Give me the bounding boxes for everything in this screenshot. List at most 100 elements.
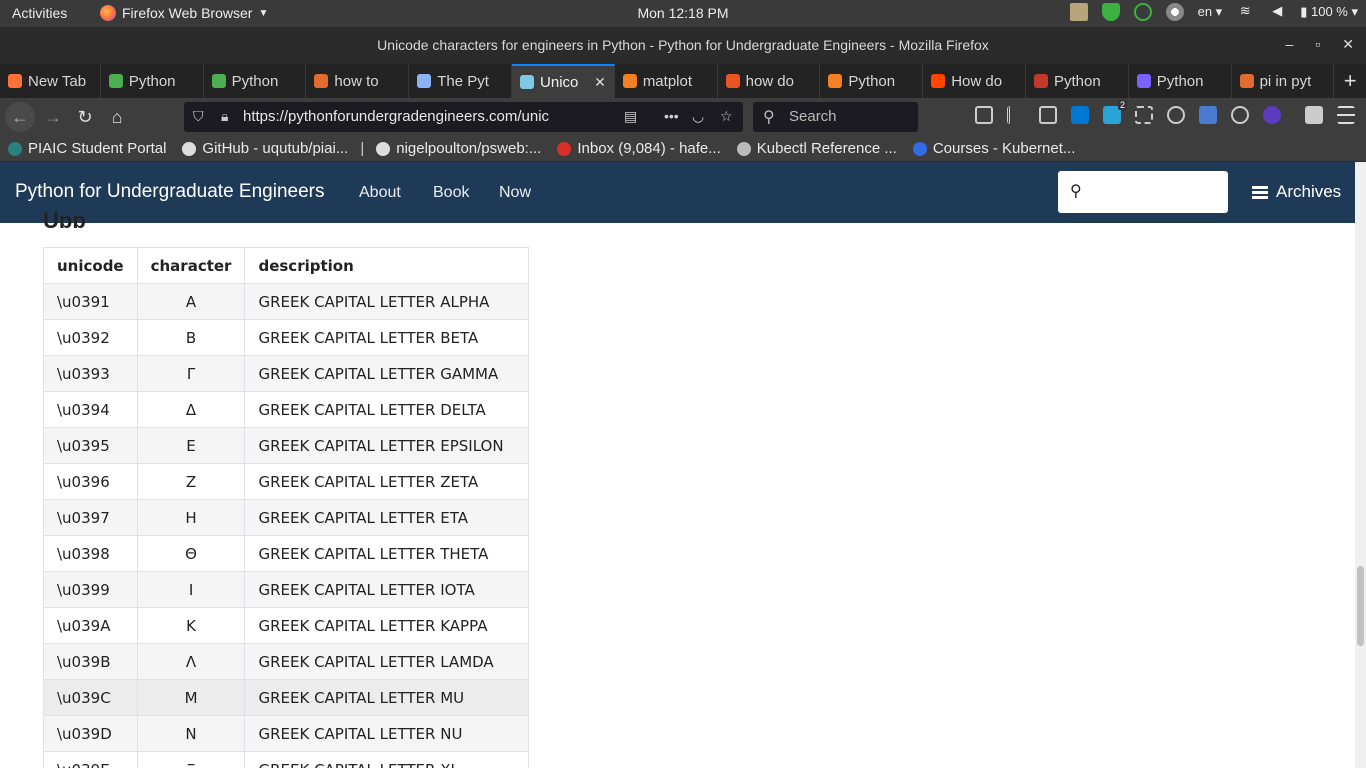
- browser-tab[interactable]: matplot: [615, 64, 718, 98]
- language-indicator[interactable]: en ▾: [1198, 4, 1223, 20]
- nav-link-book[interactable]: Book: [433, 184, 469, 202]
- new-tab-button[interactable]: +: [1334, 64, 1366, 98]
- forward-button[interactable]: →: [40, 104, 66, 130]
- downloads-icon[interactable]: [975, 106, 993, 124]
- app-menu[interactable]: Firefox Web Browser ▼: [100, 5, 268, 21]
- tab-label: Python: [231, 72, 279, 90]
- cell-unicode: \u039A: [43, 607, 138, 644]
- maximize-button[interactable]: ▫: [1315, 36, 1320, 53]
- url-text[interactable]: https://pythonforundergradengineers.com/…: [243, 108, 616, 125]
- site-brand-link[interactable]: Python for Undergraduate Engineers: [15, 181, 324, 203]
- cell-character: Ζ: [136, 463, 246, 500]
- tab-favicon-icon: [520, 75, 535, 89]
- bookmark-item[interactable]: Inbox (9,084) - hafe...: [549, 140, 728, 157]
- tab-favicon-icon: [211, 74, 226, 88]
- search-icon: ⚲: [1070, 183, 1082, 200]
- minimize-button[interactable]: –: [1286, 36, 1294, 53]
- bookmark-star-icon[interactable]: ☆: [720, 108, 733, 125]
- bookmarks-toolbar: PIAIC Student Portal GitHub - uqutub/piai…: [0, 136, 1366, 162]
- bookmark-item[interactable]: PIAIC Student Portal: [0, 140, 174, 157]
- bookmark-item[interactable]: nigelpoulton/psweb:...: [368, 140, 549, 157]
- page-actions-icon[interactable]: •••: [664, 108, 679, 124]
- clock[interactable]: Mon 12:18 PM: [637, 5, 728, 21]
- browser-tab[interactable]: How do: [923, 64, 1026, 98]
- site-search-input[interactable]: ⚲: [1058, 171, 1228, 213]
- cell-description: GREEK CAPITAL LETTER THETA: [244, 535, 530, 572]
- tab-favicon-icon: [314, 74, 329, 88]
- scrollbar-thumb[interactable]: [1357, 566, 1364, 646]
- wifi-icon[interactable]: ≋: [1236, 3, 1254, 21]
- browser-tab[interactable]: New Tab: [0, 64, 101, 98]
- dark-mode-icon[interactable]: [1263, 106, 1281, 124]
- bookmark-item[interactable]: GitHub - uqutub/piai...: [174, 140, 356, 157]
- battery-indicator[interactable]: ▮ 100 % ▾: [1300, 4, 1358, 20]
- browser-tab[interactable]: pi in pyt: [1232, 64, 1335, 98]
- column-header-unicode: unicode: [43, 247, 138, 284]
- activities-button[interactable]: Activities: [12, 5, 67, 21]
- reload-button[interactable]: ↻: [72, 104, 98, 130]
- lock-icon[interactable]: 🔒︎: [221, 108, 228, 125]
- shield-icon[interactable]: [1101, 3, 1120, 21]
- browser-tab[interactable]: Python: [101, 64, 204, 98]
- page-scrollbar[interactable]: [1355, 162, 1366, 768]
- browser-tab[interactable]: Unico ✕: [512, 64, 615, 98]
- tab-favicon-icon: [1034, 74, 1048, 88]
- table-row: \u039C Μ GREEK CAPITAL LETTER MU: [43, 679, 530, 716]
- tab-label: New Tab: [28, 72, 87, 90]
- url-bar[interactable]: ⛉ 🔒︎ https://pythonforundergradengineers…: [184, 102, 743, 132]
- tracking-shield-icon[interactable]: ⛉: [193, 108, 204, 125]
- hamburger-menu-icon[interactable]: [1337, 106, 1355, 124]
- tab-label: The Pyt: [437, 72, 489, 90]
- back-button[interactable]: ←: [5, 102, 35, 132]
- tab-favicon-icon: [108, 74, 123, 88]
- skype-extension-icon[interactable]: [1071, 106, 1089, 124]
- globe-icon[interactable]: [1231, 106, 1249, 124]
- archives-link[interactable]: Archives: [1252, 182, 1341, 202]
- table-row: \u0396 Ζ GREEK CAPITAL LETTER ZETA: [43, 463, 530, 500]
- bookmark-favicon-icon: [736, 141, 751, 156]
- bookmark-item[interactable]: Kubectl Reference ...: [729, 140, 905, 157]
- browser-tab[interactable]: how to: [306, 64, 410, 98]
- system-tray: en ▾ ≋ ◀ ▮ 100 % ▾: [1069, 3, 1358, 21]
- table-row: \u0398 Θ GREEK CAPITAL LETTER THETA: [43, 535, 530, 572]
- cell-unicode: \u0395: [43, 427, 138, 464]
- pocket-icon[interactable]: ◡: [692, 108, 704, 125]
- cell-character: Η: [136, 499, 246, 536]
- cell-character: Κ: [136, 607, 246, 644]
- account-icon[interactable]: [1167, 106, 1185, 124]
- slack-icon[interactable]: [1165, 3, 1184, 21]
- close-tab-icon[interactable]: ✕: [594, 74, 606, 91]
- browser-tab[interactable]: Python: [820, 64, 924, 98]
- chat-icon[interactable]: [1133, 3, 1152, 21]
- sidebar-icon[interactable]: [1039, 106, 1057, 124]
- nav-link-about[interactable]: About: [359, 184, 401, 202]
- bookmark-item[interactable]: Courses - Kubernet...: [905, 140, 1084, 157]
- translate-icon[interactable]: [1199, 106, 1217, 124]
- clipboard-icon[interactable]: [1069, 3, 1088, 21]
- grid-extension-icon[interactable]: [1135, 106, 1153, 124]
- tab-favicon-icon: [931, 74, 946, 88]
- cell-description: GREEK CAPITAL LETTER DELTA: [244, 391, 530, 428]
- extensions-puzzle-icon[interactable]: [1305, 106, 1323, 124]
- close-window-button[interactable]: ✕: [1342, 36, 1354, 53]
- list-icon: [1252, 185, 1268, 199]
- browser-tab[interactable]: how do: [718, 64, 821, 98]
- search-bar[interactable]: ⚲ Search: [753, 102, 918, 132]
- bookmark-label: GitHub - uqutub/piai...: [202, 140, 349, 157]
- archives-label: Archives: [1276, 182, 1342, 201]
- cell-character: Γ: [136, 355, 246, 392]
- browser-tab[interactable]: Python: [1026, 64, 1129, 98]
- cell-character: Ι: [136, 571, 246, 608]
- page-content: Python for Undergraduate Engineers About…: [0, 162, 1355, 768]
- browser-tab[interactable]: Python: [204, 64, 307, 98]
- extension-badge-icon[interactable]: 2: [1103, 100, 1127, 124]
- browser-tab[interactable]: The Pyt: [409, 64, 513, 98]
- nav-link-now[interactable]: Now: [499, 184, 531, 202]
- table-row: \u039B Λ GREEK CAPITAL LETTER LAMDA: [43, 643, 530, 680]
- home-button[interactable]: ⌂: [104, 104, 130, 130]
- library-icon[interactable]: [1007, 106, 1025, 124]
- reader-view-icon[interactable]: ▤: [624, 108, 637, 125]
- browser-tab[interactable]: Python: [1129, 64, 1232, 98]
- tab-label: Python: [128, 72, 176, 90]
- volume-icon[interactable]: ◀: [1268, 3, 1286, 21]
